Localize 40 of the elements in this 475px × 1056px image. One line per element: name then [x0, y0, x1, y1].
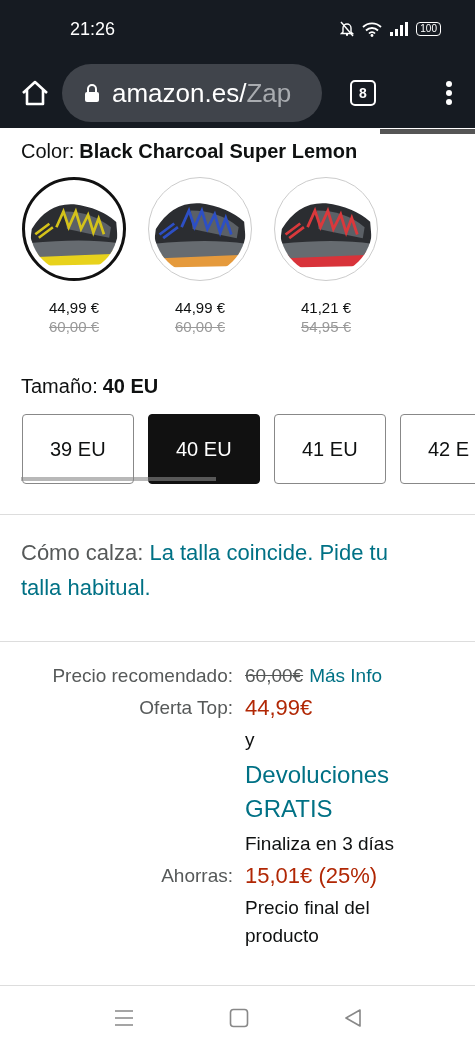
- lock-icon: [84, 83, 100, 103]
- size-option[interactable]: 42 E: [400, 414, 475, 484]
- url-path: Zap: [246, 77, 292, 109]
- price-note: Precio final del producto: [245, 896, 371, 948]
- signal-icon: [390, 22, 409, 36]
- color-label: Color:: [21, 140, 75, 162]
- free-returns-link[interactable]: Devoluciones GRATIS: [245, 758, 435, 826]
- fit-info: Cómo calza: La talla coincide. Pide tu talla habitual.: [21, 539, 389, 602]
- bell-off-icon: [340, 21, 355, 37]
- wifi-icon: [362, 21, 383, 37]
- size-option[interactable]: 40 EU: [148, 414, 260, 484]
- swatch-list-price: 54,95 €: [300, 318, 351, 335]
- battery-level: 100: [416, 22, 441, 36]
- url-host: amazon.es/: [112, 77, 247, 109]
- price-label: Oferta Top:: [138, 696, 233, 720]
- price-label: Precio recomendado:: [51, 664, 233, 688]
- address-bar[interactable]: amazon.es/Zap: [62, 64, 322, 122]
- list-price: 60,00€: [245, 664, 304, 688]
- deal-price: 15,01€ (25%): [245, 862, 378, 890]
- size-value: 40 EU: [102, 375, 159, 397]
- more-info-link[interactable]: Más Info: [309, 662, 382, 690]
- tab-count-button[interactable]: 8: [350, 80, 376, 106]
- swatch-price: 41,21 €: [300, 299, 351, 316]
- swatch-price: 44,99 €: [174, 299, 225, 316]
- home-button-icon[interactable]: [228, 1008, 249, 1028]
- color-value: Black Charcoal Super Lemon: [79, 140, 358, 162]
- size-option[interactable]: 39 EU: [22, 414, 134, 484]
- swatch-list-price: 60,00 €: [174, 318, 225, 335]
- size-option[interactable]: 41 EU: [274, 414, 386, 484]
- status-time: 21:26: [70, 18, 116, 40]
- swatch-price: 44,99 €: [48, 299, 99, 316]
- home-icon[interactable]: [20, 79, 50, 107]
- size-label: Tamaño:: [21, 375, 98, 397]
- swatch-list-price: 60,00 €: [48, 318, 99, 335]
- menu-icon[interactable]: [445, 80, 453, 106]
- deal-price: 44,99€: [245, 694, 313, 722]
- price-label: Ahorras:: [160, 864, 233, 888]
- price-note: y: [245, 728, 255, 752]
- price-note: Finaliza en 3 días: [245, 832, 394, 856]
- back-icon[interactable]: [343, 1008, 362, 1028]
